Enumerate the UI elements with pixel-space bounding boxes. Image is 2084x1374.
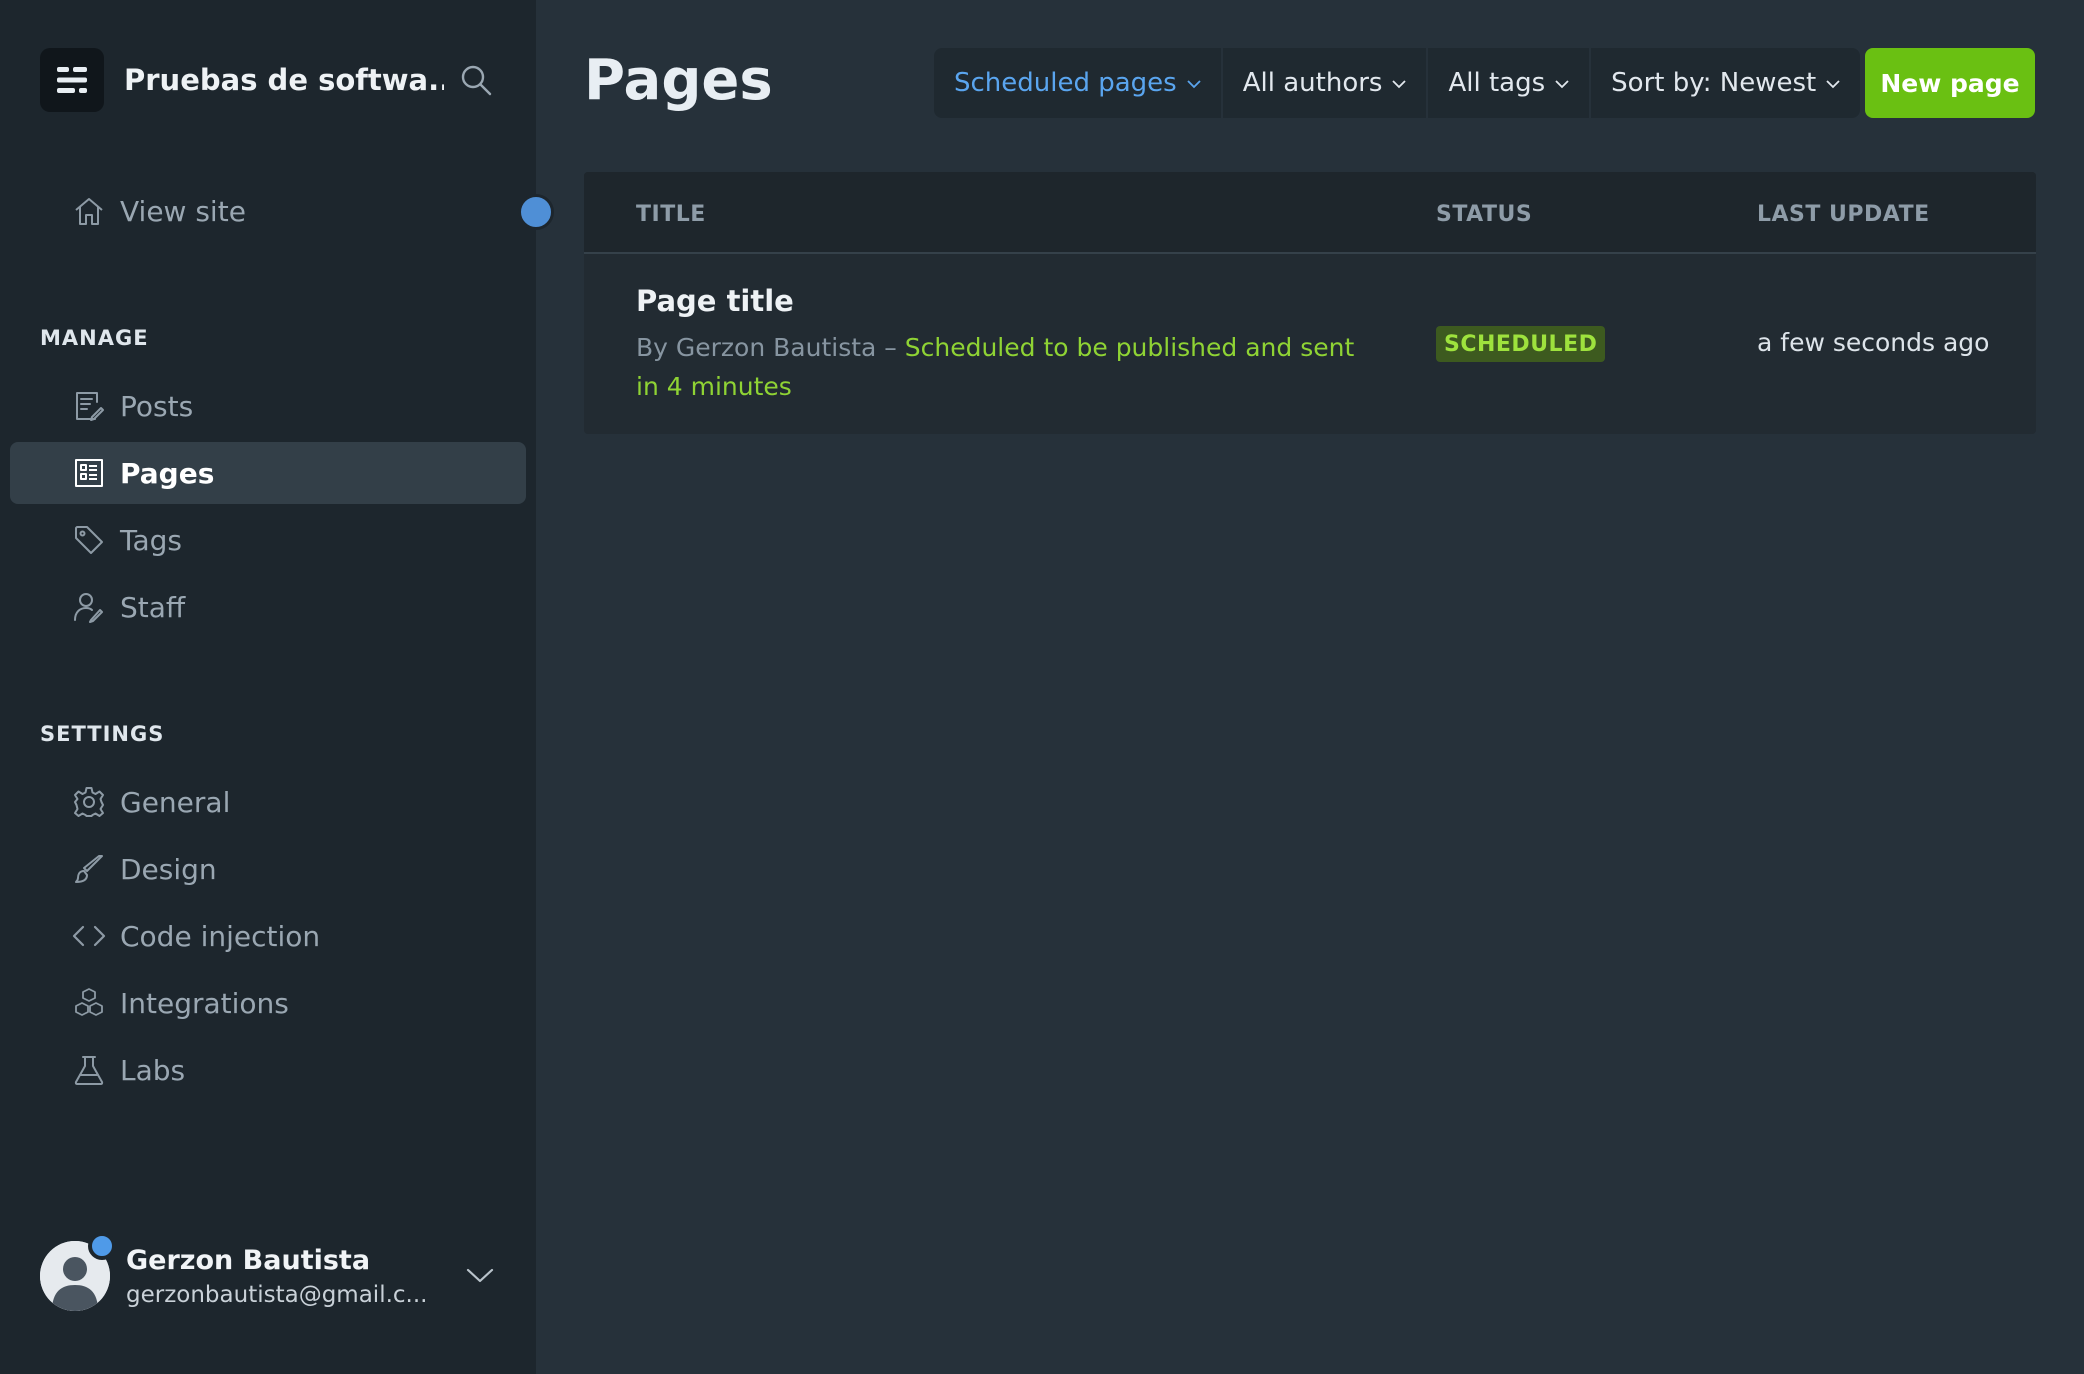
nav-posts[interactable]: Posts: [10, 375, 526, 437]
chevron-down-icon: [1555, 74, 1569, 93]
nav-posts-label: Posts: [120, 389, 194, 423]
page-row-meta: By Gerzon Bautista – Scheduled to be pub…: [636, 328, 1356, 406]
search-button[interactable]: [456, 60, 496, 100]
cubes-icon: [72, 986, 106, 1020]
flask-icon: [72, 1053, 106, 1087]
manage-section-label: MANAGE: [40, 326, 149, 350]
page-row-last-update: a few seconds ago: [1757, 328, 1990, 357]
nav-code-injection[interactable]: Code injection: [10, 905, 526, 967]
filter-bar: Scheduled pages All authors All tags Sor…: [934, 48, 1861, 118]
filter-tag-dropdown[interactable]: All tags: [1428, 48, 1592, 118]
home-icon: [72, 194, 106, 228]
filter-type-dropdown[interactable]: Scheduled pages: [934, 48, 1223, 118]
chevron-down-icon[interactable]: [460, 1256, 500, 1296]
notification-dot[interactable]: [518, 194, 554, 230]
chevron-down-icon: [1392, 74, 1407, 93]
page-title: Pages: [584, 48, 773, 113]
nav-general-label: General: [120, 785, 231, 819]
search-icon: [461, 65, 492, 96]
sort-label: Sort by: Newest: [1611, 68, 1817, 98]
new-page-button[interactable]: New page: [1865, 48, 2035, 118]
main-content: Pages Scheduled pages All authors All ta…: [536, 0, 2084, 1374]
user-info: Gerzon Bautista gerzonbautista@gmail.c..…: [126, 1245, 436, 1308]
brand-row: Pruebas de softwa...: [40, 48, 496, 112]
page-row-byline: By Gerzon Bautista –: [636, 333, 897, 362]
pages-icon: [72, 456, 106, 490]
table-header: TITLE STATUS LAST UPDATE: [584, 172, 2036, 254]
nav-staff[interactable]: Staff: [10, 576, 526, 638]
column-header-status: STATUS: [1436, 202, 1533, 227]
nav-view-site[interactable]: View site: [10, 180, 526, 242]
user-email: gerzonbautista@gmail.c...: [126, 1281, 428, 1308]
nav-design-label: Design: [120, 852, 217, 886]
site-name[interactable]: Pruebas de softwa...: [124, 63, 444, 97]
posts-icon: [72, 389, 106, 423]
pages-table: TITLE STATUS LAST UPDATE Page title By G…: [584, 172, 2036, 434]
app-root: Pruebas de softwa... View site MANAGE Po…: [0, 0, 2084, 1374]
chevron-down-icon: [1826, 74, 1840, 93]
filter-type-label: Scheduled pages: [954, 68, 1177, 98]
nav-tags-label: Tags: [120, 523, 182, 557]
page-row-title[interactable]: Page title: [636, 284, 794, 318]
nav-view-site-label: View site: [120, 194, 246, 228]
code-icon: [72, 919, 106, 953]
status-badge: SCHEDULED: [1436, 326, 1606, 362]
nav-pages[interactable]: Pages: [10, 442, 526, 504]
settings-section-label: SETTINGS: [40, 722, 165, 746]
filter-author-label: All authors: [1242, 68, 1383, 98]
nav-general[interactable]: General: [10, 771, 526, 833]
nav-design[interactable]: Design: [10, 838, 526, 900]
sidebar: Pruebas de softwa... View site MANAGE Po…: [0, 0, 554, 1374]
nav-integrations[interactable]: Integrations: [10, 972, 526, 1034]
column-header-title: TITLE: [636, 202, 706, 227]
table-row[interactable]: Page title By Gerzon Bautista – Schedule…: [584, 254, 2036, 432]
brush-icon: [72, 852, 106, 886]
gear-icon: [72, 785, 106, 819]
site-logo[interactable]: [40, 48, 104, 112]
user-name: Gerzon Bautista: [126, 1244, 371, 1276]
nav-code-injection-label: Code injection: [120, 919, 321, 953]
user-notification-dot: [88, 1232, 116, 1260]
nav-labs-label: Labs: [120, 1053, 186, 1087]
staff-icon: [72, 590, 106, 624]
user-menu[interactable]: Gerzon Bautista gerzonbautista@gmail.c..…: [40, 1232, 500, 1316]
filter-author-dropdown[interactable]: All authors: [1223, 48, 1429, 118]
nav-tags[interactable]: Tags: [10, 509, 526, 571]
column-header-last-update: LAST UPDATE: [1757, 202, 1930, 227]
chevron-down-icon: [1187, 74, 1201, 93]
filter-tag-label: All tags: [1448, 68, 1546, 98]
nav-staff-label: Staff: [120, 590, 186, 624]
sort-dropdown[interactable]: Sort by: Newest: [1591, 48, 1860, 118]
nav-integrations-label: Integrations: [120, 986, 289, 1020]
ghost-logo-icon: [57, 67, 87, 93]
tag-icon: [72, 523, 106, 557]
nav-pages-label: Pages: [120, 456, 215, 490]
nav-labs[interactable]: Labs: [10, 1039, 526, 1101]
